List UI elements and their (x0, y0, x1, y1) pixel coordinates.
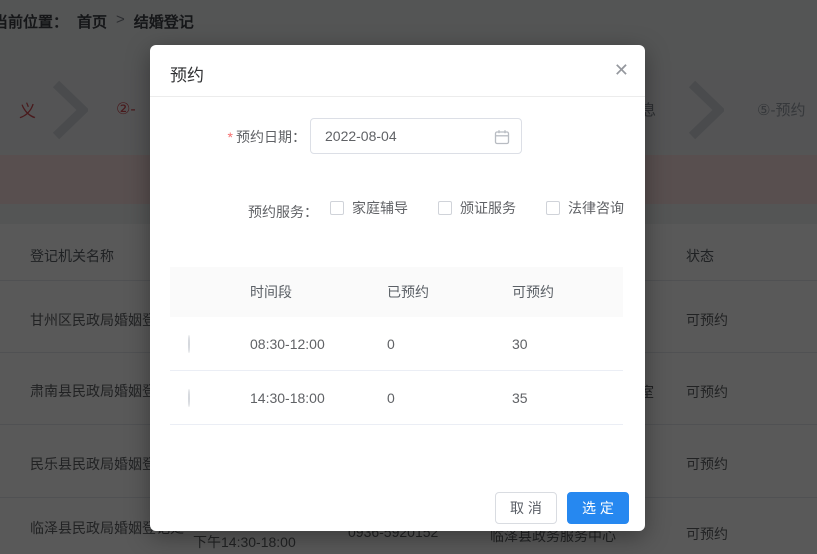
date-picker[interactable] (310, 118, 522, 154)
dialog-title: 预约 (170, 61, 204, 86)
timeslot-header-available: 可预约 (492, 282, 623, 302)
checkbox-icon[interactable] (330, 201, 344, 215)
checkbox-icon[interactable] (438, 201, 452, 215)
timeslot-row-afternoon[interactable]: 14:30-18:00 0 35 (170, 371, 623, 425)
slot-booked: 0 (367, 336, 492, 352)
confirm-button[interactable]: 选 定 (567, 492, 629, 524)
date-label-text: 预约日期： (236, 129, 306, 145)
date-label: *预约日期： (150, 127, 306, 147)
timeslot-header-row: 时间段 已预约 可预约 (170, 267, 623, 317)
checkbox-icon[interactable] (546, 201, 560, 215)
service-checkbox-certificate-service[interactable]: 颁证服务 (438, 198, 516, 218)
required-asterisk: * (228, 129, 233, 145)
timeslot-row-morning[interactable]: 08:30-12:00 0 30 (170, 317, 623, 371)
slot-available: 35 (492, 390, 623, 406)
radio-icon[interactable] (188, 335, 190, 353)
checkbox-label: 法律咨询 (568, 198, 624, 218)
cancel-button[interactable]: 取 消 (495, 492, 557, 524)
timeslot-header-booked: 已预约 (367, 282, 492, 302)
dialog-header: 预约 ✕ (150, 45, 645, 97)
timeslot-header-time: 时间段 (230, 282, 367, 302)
service-checkbox-legal-consulting[interactable]: 法律咨询 (546, 198, 624, 218)
radio-icon[interactable] (188, 389, 190, 407)
dialog-footer: 取 消 选 定 (495, 492, 629, 524)
checkbox-label: 颁证服务 (460, 198, 516, 218)
timeslot-table: 时间段 已预约 可预约 08:30-12:00 0 30 14:30-18:00… (170, 267, 623, 425)
slot-time: 08:30-12:00 (230, 336, 367, 352)
service-checkbox-family-counseling[interactable]: 家庭辅导 (330, 198, 408, 218)
date-input[interactable] (311, 119, 521, 153)
appointment-dialog: 预约 ✕ *预约日期： 预约服务： 家庭辅导 颁证服务 法律咨询 (150, 45, 645, 531)
close-icon[interactable]: ✕ (614, 58, 629, 83)
calendar-icon[interactable] (494, 129, 510, 145)
slot-time: 14:30-18:00 (230, 390, 367, 406)
checkbox-label: 家庭辅导 (352, 198, 408, 218)
services-label: 预约服务： (150, 202, 318, 222)
slot-available: 30 (492, 336, 623, 352)
services-group: 家庭辅导 颁证服务 法律咨询 (330, 198, 624, 218)
slot-booked: 0 (367, 390, 492, 406)
